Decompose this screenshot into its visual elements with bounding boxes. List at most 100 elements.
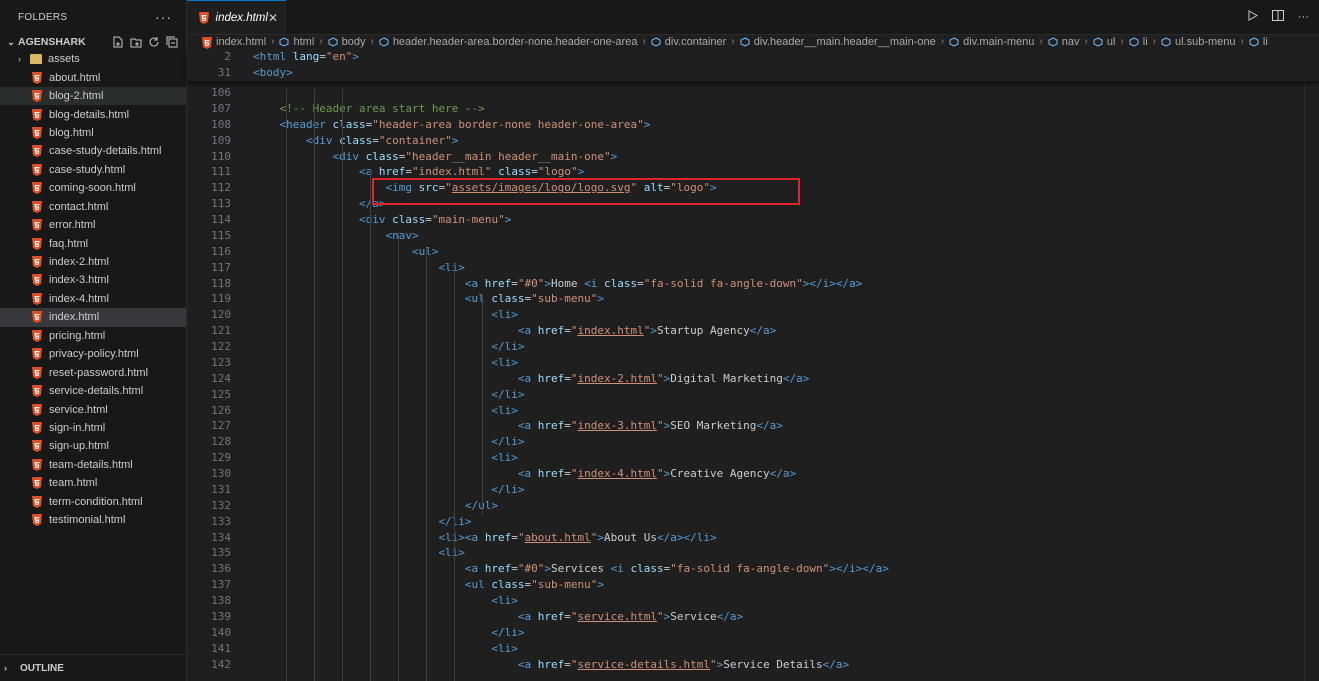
line-number: 141 bbox=[211, 641, 231, 655]
code-text: <ul> bbox=[253, 244, 439, 260]
symbol-icon bbox=[1129, 36, 1139, 47]
file-item[interactable]: service-details.html bbox=[0, 382, 186, 400]
symbol-icon bbox=[651, 36, 661, 47]
file-item[interactable]: index-4.html bbox=[0, 290, 186, 308]
html5-icon bbox=[30, 348, 44, 361]
line-number: 139 bbox=[211, 609, 231, 623]
line-number: 119 bbox=[211, 292, 231, 306]
symbol-icon bbox=[379, 36, 389, 47]
breadcrumb-item[interactable]: div.container bbox=[665, 36, 727, 48]
file-label: service.html bbox=[49, 403, 108, 416]
code-line: 124 <a href="index-2.html">Digital Marke… bbox=[187, 371, 1319, 387]
breadcrumb-item[interactable]: body bbox=[342, 36, 366, 48]
file-item[interactable]: privacy-policy.html bbox=[0, 345, 186, 363]
editor-scrollbar[interactable] bbox=[1304, 49, 1319, 681]
code-line: 114 <div class="main-menu"> bbox=[187, 212, 1319, 228]
code-lines: 106 107 <!-- Header area start here --> 10… bbox=[187, 85, 1319, 672]
breadcrumb-item[interactable]: index.html bbox=[216, 36, 266, 48]
code-text: </li> bbox=[491, 625, 525, 639]
refresh-icon[interactable] bbox=[148, 36, 160, 48]
file-item[interactable]: team.html bbox=[0, 474, 186, 492]
new-folder-icon[interactable] bbox=[130, 36, 142, 48]
code-text: <li> bbox=[491, 594, 518, 607]
file-item[interactable]: faq.html bbox=[0, 234, 186, 252]
file-item[interactable]: case-study.html bbox=[0, 161, 186, 179]
code-text: <header class="header-area border-none h… bbox=[279, 117, 651, 131]
chevron-right-icon: › bbox=[271, 36, 275, 47]
code-text: <nav> bbox=[385, 228, 419, 242]
file-item[interactable]: pricing.html bbox=[0, 327, 186, 345]
breadcrumb-item[interactable]: ul bbox=[1107, 36, 1116, 48]
chevron-right-icon: › bbox=[1120, 36, 1124, 47]
file-item[interactable]: contact.html bbox=[0, 198, 186, 216]
symbol-icon bbox=[1093, 36, 1103, 47]
breadcrumb-item[interactable]: div.main-menu bbox=[963, 36, 1034, 48]
split-editor-icon[interactable] bbox=[1272, 10, 1284, 24]
code-editor[interactable]: 2 <html lang="en"> 31 <body> 106 107 <!-- He… bbox=[187, 49, 1319, 681]
run-icon[interactable] bbox=[1247, 10, 1259, 24]
file-item[interactable]: error.html bbox=[0, 216, 186, 234]
html5-icon bbox=[30, 219, 44, 232]
file-item[interactable]: blog-details.html bbox=[0, 105, 186, 123]
workspace-root[interactable]: ⌄ AGENSHARK bbox=[0, 34, 186, 50]
file-item[interactable]: testimonial.html bbox=[0, 511, 186, 529]
file-item[interactable]: index-3.html bbox=[0, 271, 186, 289]
breadcrumb-item[interactable]: li bbox=[1143, 36, 1148, 48]
code-line: 116 <ul> bbox=[187, 244, 1319, 260]
html5-icon bbox=[30, 311, 44, 324]
code-line: 133 </li> bbox=[187, 514, 1319, 530]
file-item[interactable]: coming-soon.html bbox=[0, 179, 186, 197]
file-item[interactable]: about.html bbox=[0, 68, 186, 86]
file-item[interactable]: index-2.html bbox=[0, 253, 186, 271]
line-number: 122 bbox=[211, 340, 231, 353]
file-label: sign-in.html bbox=[49, 421, 106, 434]
tab-index-html[interactable]: index.html ✕ bbox=[187, 0, 286, 34]
breadcrumb-item[interactable]: div.header__main.header__main-one bbox=[754, 36, 936, 48]
file-item[interactable]: index.html bbox=[0, 308, 186, 327]
symbol-icon bbox=[279, 36, 289, 47]
file-item[interactable]: sign-in.html bbox=[0, 419, 186, 437]
new-file-icon[interactable] bbox=[112, 36, 124, 48]
html5-icon bbox=[30, 274, 44, 287]
file-item[interactable]: team-details.html bbox=[0, 456, 186, 474]
line-number: 125 bbox=[211, 387, 231, 401]
html5-icon bbox=[30, 200, 44, 213]
file-item[interactable]: sign-up.html bbox=[0, 437, 186, 455]
code-line: 136 <a href="#0">Services <i class="fa-s… bbox=[187, 561, 1319, 577]
file-item[interactable]: blog-2.html bbox=[0, 86, 186, 106]
breadcrumb-item[interactable]: html bbox=[293, 36, 314, 48]
more-actions-icon[interactable]: ··· bbox=[1298, 11, 1309, 23]
file-item[interactable]: case-study-details.html bbox=[0, 142, 186, 160]
more-actions-icon[interactable]: ··· bbox=[155, 9, 172, 25]
file-label: service-details.html bbox=[49, 385, 144, 398]
code-text: <li> bbox=[491, 403, 518, 417]
line-number: 135 bbox=[211, 546, 231, 560]
folder-assets[interactable]: › assets bbox=[0, 50, 186, 68]
file-item[interactable]: service.html bbox=[0, 400, 186, 418]
file-item[interactable]: term-condition.html bbox=[0, 493, 186, 511]
code-text: </ul> bbox=[253, 498, 498, 514]
breadcrumb-item[interactable]: header.header-area.border-none.header-on… bbox=[393, 36, 638, 48]
code-text: <li> bbox=[438, 546, 465, 560]
breadcrumb-item[interactable]: nav bbox=[1062, 36, 1080, 48]
sticky-scroll[interactable]: 2 <html lang="en"> 31 <body> bbox=[187, 49, 1319, 81]
file-label: team-details.html bbox=[49, 458, 133, 471]
file-item[interactable]: blog.html bbox=[0, 124, 186, 142]
code-line: 117 <li> bbox=[187, 260, 1319, 276]
html5-icon bbox=[30, 514, 44, 527]
html5-icon bbox=[30, 403, 44, 416]
breadcrumb-item[interactable]: li bbox=[1263, 36, 1268, 48]
close-icon[interactable]: ✕ bbox=[268, 11, 278, 25]
line-number: 120 bbox=[211, 308, 231, 322]
html5-icon bbox=[30, 182, 44, 195]
code-text: </li> bbox=[491, 387, 525, 401]
collapse-all-icon[interactable] bbox=[166, 36, 178, 48]
file-item[interactable]: reset-password.html bbox=[0, 363, 186, 381]
breadcrumb-item[interactable]: ul.sub-menu bbox=[1175, 36, 1236, 48]
code-line: 115 <nav> bbox=[187, 228, 1319, 244]
tab-label: index.html bbox=[215, 11, 268, 24]
outline-section[interactable]: › OUTLINE bbox=[0, 654, 186, 681]
file-label: index-4.html bbox=[49, 292, 109, 305]
symbol-icon bbox=[740, 36, 750, 47]
code-line: 108 <header class="header-area border-no… bbox=[187, 117, 1319, 133]
